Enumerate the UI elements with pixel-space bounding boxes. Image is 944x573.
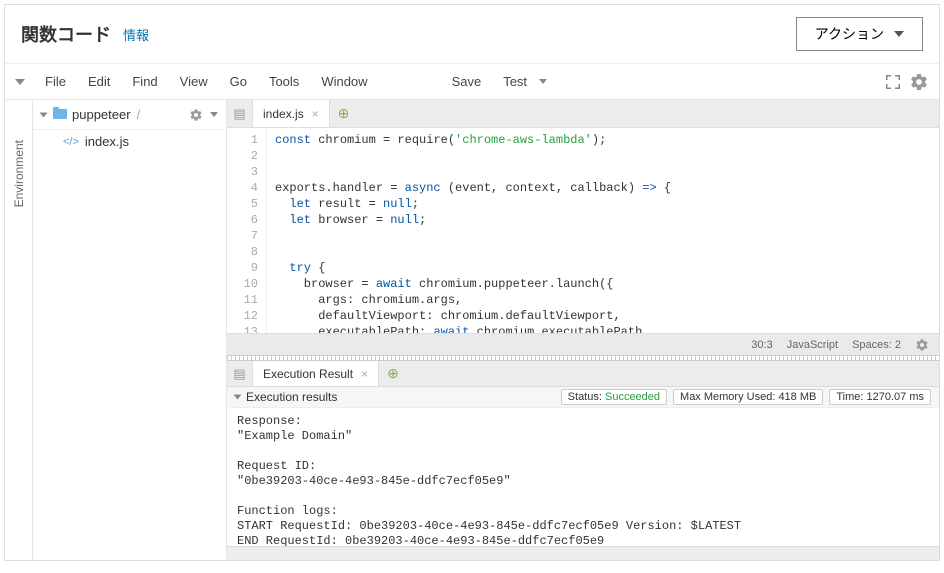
- results-output[interactable]: Response: "Example Domain" Request ID: "…: [227, 408, 939, 546]
- tab-indexjs[interactable]: index.js ×: [253, 100, 330, 127]
- tree-file-item[interactable]: </> index.js: [33, 130, 226, 153]
- tree-dropdown-icon[interactable]: [210, 112, 218, 117]
- chevron-down-icon: [894, 31, 904, 37]
- results-title: Execution results: [246, 390, 337, 404]
- tab-label: index.js: [263, 107, 304, 121]
- results-tab-menu-icon[interactable]: ▤: [227, 361, 253, 386]
- memory-badge: Max Memory Used: 418 MB: [673, 389, 823, 405]
- code-content[interactable]: const chromium = require('chrome-aws-lam…: [267, 128, 679, 333]
- menu-go[interactable]: Go: [220, 68, 257, 95]
- test-button[interactable]: Test: [493, 68, 537, 95]
- tab-menu-icon[interactable]: ▤: [227, 100, 253, 127]
- menu-tools[interactable]: Tools: [259, 68, 309, 95]
- js-file-icon: </>: [63, 136, 79, 148]
- language-mode[interactable]: JavaScript: [787, 339, 838, 351]
- editor-status-bar: 30:3 JavaScript Spaces: 2: [227, 333, 939, 355]
- close-icon[interactable]: ×: [361, 367, 368, 381]
- results-scrollbar[interactable]: [227, 546, 939, 560]
- actions-button[interactable]: アクション: [796, 17, 923, 51]
- menu-window[interactable]: Window: [311, 68, 377, 95]
- tab-execution-result[interactable]: Execution Result ×: [253, 361, 379, 386]
- new-tab-icon[interactable]: ⊕: [338, 105, 350, 122]
- menu-bar: File Edit Find View Go Tools Window Save…: [5, 64, 939, 100]
- status-gear-icon[interactable]: [915, 338, 929, 352]
- folder-toggle-icon[interactable]: [40, 112, 48, 117]
- results-header: Execution results Status: Succeeded Max …: [227, 387, 939, 408]
- cursor-position: 30:3: [751, 339, 772, 351]
- info-link[interactable]: 情報: [123, 25, 149, 44]
- environment-rail[interactable]: Environment: [5, 100, 33, 560]
- folder-icon: [52, 106, 68, 123]
- tree-file-label: index.js: [85, 134, 129, 149]
- root-folder[interactable]: puppeteer: [72, 107, 131, 122]
- menu-view[interactable]: View: [170, 68, 218, 95]
- menu-file[interactable]: File: [35, 68, 76, 95]
- file-tree: puppeteer / </> index.js: [33, 100, 227, 560]
- path-sep: /: [137, 107, 141, 122]
- code-editor[interactable]: 1234567891011121314 const chromium = req…: [227, 128, 939, 333]
- results-tab-label: Execution Result: [263, 367, 353, 381]
- test-dropdown-icon[interactable]: [539, 79, 547, 84]
- new-results-tab-icon[interactable]: ⊕: [387, 365, 399, 382]
- tree-gear-icon[interactable]: [188, 107, 204, 123]
- indent-mode[interactable]: Spaces: 2: [852, 339, 901, 351]
- menu-edit[interactable]: Edit: [78, 68, 120, 95]
- save-button[interactable]: Save: [442, 68, 492, 95]
- status-badge: Status: Succeeded: [561, 389, 667, 405]
- environment-label: Environment: [12, 140, 26, 207]
- editor-tabs: ▤ index.js × ⊕: [227, 100, 939, 128]
- collapse-icon[interactable]: [15, 79, 25, 85]
- fullscreen-icon[interactable]: [883, 72, 903, 92]
- menu-find[interactable]: Find: [122, 68, 167, 95]
- results-toggle-icon[interactable]: [234, 395, 242, 400]
- page-title: 関数コード: [21, 21, 111, 47]
- close-icon[interactable]: ×: [312, 107, 319, 121]
- actions-button-label: アクション: [815, 24, 884, 44]
- gear-icon[interactable]: [909, 72, 929, 92]
- time-badge: Time: 1270.07 ms: [829, 389, 931, 405]
- line-gutter: 1234567891011121314: [227, 128, 267, 333]
